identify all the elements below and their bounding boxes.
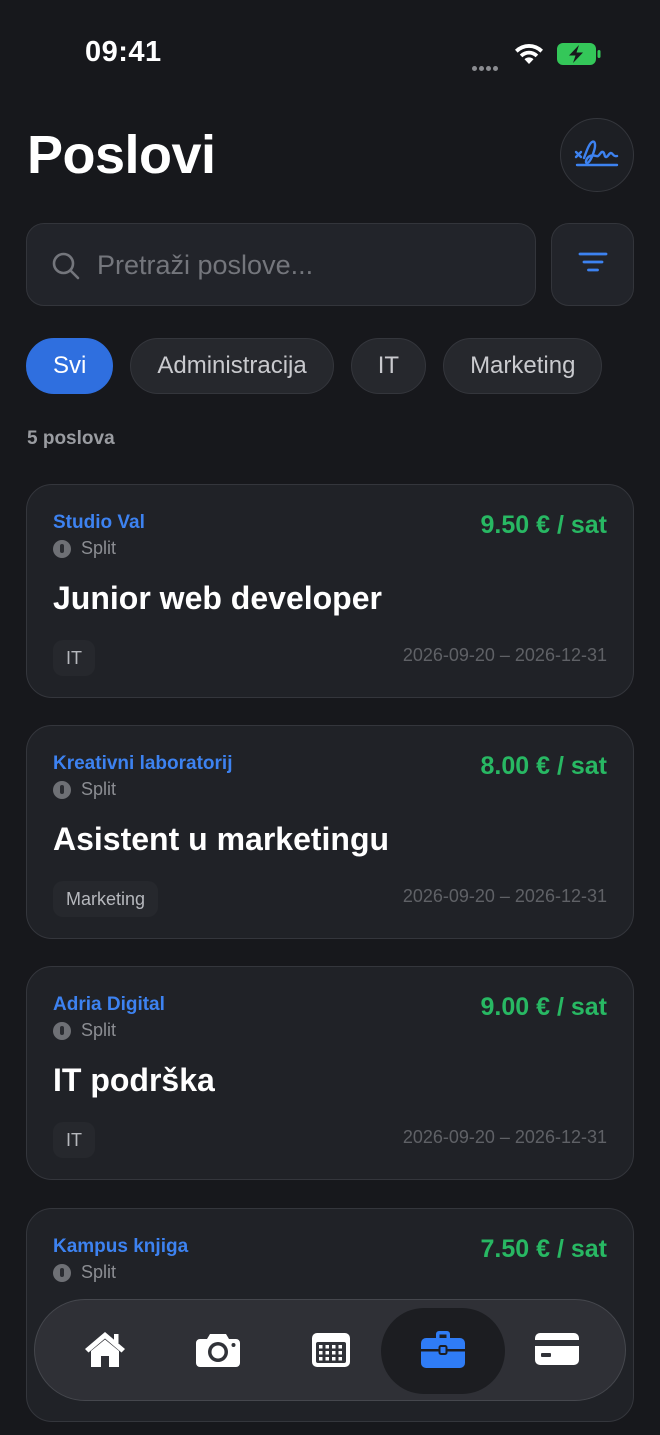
search-icon bbox=[51, 251, 81, 286]
job-rate: 9.00 € / sat bbox=[480, 993, 607, 1021]
search-input[interactable] bbox=[97, 242, 517, 288]
job-rate: 9.50 € / sat bbox=[480, 511, 607, 539]
job-rate: 8.00 € / sat bbox=[480, 752, 607, 780]
tab-bar bbox=[34, 1299, 626, 1401]
job-dates: 2026-09-20 – 2026-12-31 bbox=[402, 1127, 607, 1147]
job-title: IT podrška bbox=[53, 1062, 215, 1098]
job-company: Adria Digital bbox=[53, 994, 165, 1015]
filter-button[interactable] bbox=[551, 223, 634, 306]
job-category-tag: Marketing bbox=[53, 881, 159, 917]
battery-icon bbox=[556, 42, 602, 71]
calendar-icon bbox=[311, 1330, 351, 1373]
job-location: Split bbox=[53, 1020, 116, 1041]
card-icon bbox=[534, 1331, 580, 1372]
job-category-tag: IT bbox=[53, 640, 95, 676]
cellular-signal-icon bbox=[472, 58, 500, 76]
job-company: Kampus knjiga bbox=[53, 1236, 189, 1257]
location-pin-icon bbox=[53, 780, 71, 799]
job-title: Junior web developer bbox=[53, 580, 382, 616]
job-rate: 7.50 € / sat bbox=[480, 1235, 607, 1263]
location-pin-icon bbox=[53, 539, 71, 558]
location-pin-icon bbox=[53, 1263, 71, 1282]
job-card[interactable]: Adria Digital Split 9.00 € / sat IT podr… bbox=[26, 966, 634, 1180]
job-location-label: Split bbox=[81, 779, 117, 799]
job-location-label: Split bbox=[81, 1020, 117, 1040]
status-time: 09:41 bbox=[85, 36, 162, 68]
search-bar bbox=[26, 223, 536, 306]
category-chips: Svi Administracija IT Marketing bbox=[26, 338, 660, 394]
tab-home[interactable] bbox=[43, 1308, 167, 1394]
job-card[interactable]: Kreativni laboratorij Split 8.00 € / sat… bbox=[26, 725, 634, 939]
chip-it[interactable]: IT bbox=[350, 338, 427, 394]
chip-administracija[interactable]: Administracija bbox=[130, 338, 334, 394]
tab-calendar[interactable] bbox=[269, 1308, 393, 1394]
job-card[interactable]: Studio Val Split 9.50 € / sat Junior web… bbox=[26, 484, 634, 698]
status-bar: 09:41 bbox=[0, 0, 660, 100]
page-title: Poslovi bbox=[27, 125, 216, 185]
location-pin-icon bbox=[53, 1021, 71, 1040]
job-company: Studio Val bbox=[53, 512, 145, 533]
job-dates: 2026-09-20 – 2026-12-31 bbox=[402, 886, 607, 906]
tab-payments[interactable] bbox=[495, 1308, 619, 1394]
signature-icon bbox=[573, 136, 621, 175]
job-location: Split bbox=[53, 779, 116, 800]
briefcase-icon bbox=[420, 1329, 466, 1374]
job-location: Split bbox=[53, 1262, 116, 1283]
job-title: Asistent u marketingu bbox=[53, 821, 390, 857]
job-location-label: Split bbox=[81, 1262, 117, 1282]
signature-button[interactable] bbox=[560, 118, 634, 192]
results-count: 5 poslova bbox=[27, 428, 115, 449]
tab-camera[interactable] bbox=[156, 1308, 280, 1394]
home-icon bbox=[83, 1329, 127, 1374]
job-location-label: Split bbox=[81, 538, 117, 558]
wifi-icon bbox=[513, 40, 545, 71]
camera-icon bbox=[195, 1330, 241, 1373]
filter-icon bbox=[578, 251, 608, 278]
job-category-tag: IT bbox=[53, 1122, 95, 1158]
job-company: Kreativni laboratorij bbox=[53, 753, 233, 774]
job-location: Split bbox=[53, 538, 116, 559]
job-dates: 2026-09-20 – 2026-12-31 bbox=[402, 645, 607, 665]
chip-marketing[interactable]: Marketing bbox=[443, 338, 603, 394]
tab-jobs[interactable] bbox=[381, 1308, 505, 1394]
chip-all[interactable]: Svi bbox=[26, 338, 114, 394]
